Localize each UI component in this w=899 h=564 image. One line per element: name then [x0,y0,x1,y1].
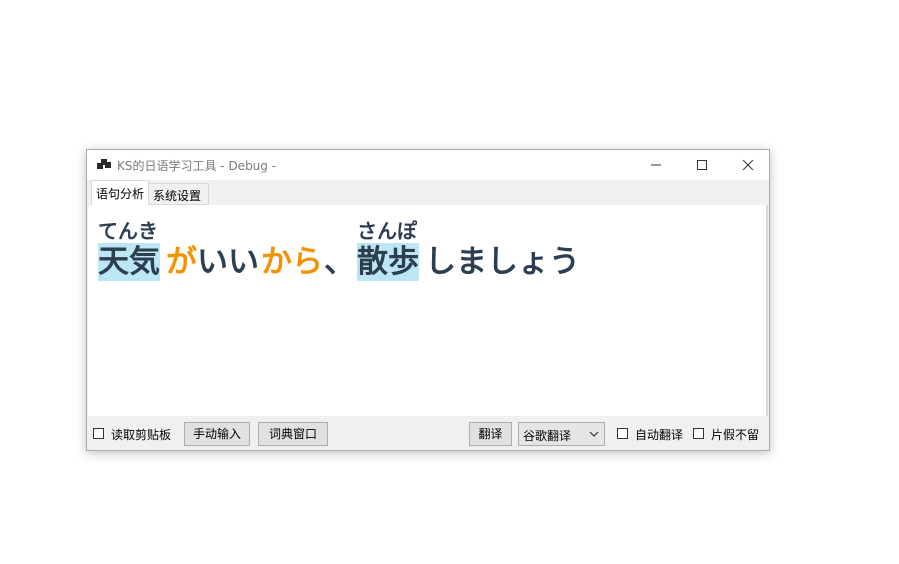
bottom-toolbar: 读取剪贴板 手动输入 词典窗口 翻译 谷歌翻译 自动翻译 片假不留 [87,416,769,450]
title-bar[interactable]: KS的日语学习工具 - Debug - [87,150,769,180]
chevron-down-icon [589,431,599,437]
word-ii: いい [197,244,259,280]
manual-input-button[interactable]: 手动输入 [184,422,250,446]
maximize-button[interactable] [679,150,725,180]
furigana-sanpo: さんぽ [357,219,417,243]
auto-translate-checkbox[interactable] [617,428,628,439]
window-title: KS的日语学习工具 - Debug - [117,159,277,173]
punct-comma: 、 [324,244,355,280]
translator-select[interactable]: 谷歌翻译 [518,422,605,446]
close-icon [742,159,754,171]
read-clipboard-label[interactable]: 读取剪贴板 [111,426,171,443]
analysis-panel: てんき 天気 が いい から 、 さんぽ 散歩 しましょう [88,205,768,416]
word-tenki: 天気 [98,243,160,281]
translate-button[interactable]: 翻译 [469,422,512,446]
minimize-button[interactable] [633,150,679,180]
maximize-icon [697,160,707,170]
particle-kara: から [261,244,323,280]
particle-ga: が [166,244,197,280]
translator-select-value: 谷歌翻译 [523,429,572,443]
app-window: KS的日语学习工具 - Debug - 语句分析 系统设置 てんき 天気 が い… [86,149,770,451]
close-button[interactable] [725,150,771,180]
no-stay-label[interactable]: 片假不留 [711,426,759,443]
read-clipboard-checkbox[interactable] [93,428,104,439]
word-sanpo: 散歩 [357,243,419,281]
word-shimashou: しましょう [425,244,580,280]
no-stay-checkbox[interactable] [693,428,704,439]
auto-translate-label[interactable]: 自动翻译 [635,426,683,443]
furigana-tenki: てんき [98,219,158,243]
dictionary-window-button[interactable]: 词典窗口 [258,422,328,446]
tab-system-settings[interactable]: 系统设置 [149,183,209,205]
minimize-icon [651,164,661,166]
tab-sentence-analysis[interactable]: 语句分析 [91,180,149,205]
app-icon [97,158,111,172]
